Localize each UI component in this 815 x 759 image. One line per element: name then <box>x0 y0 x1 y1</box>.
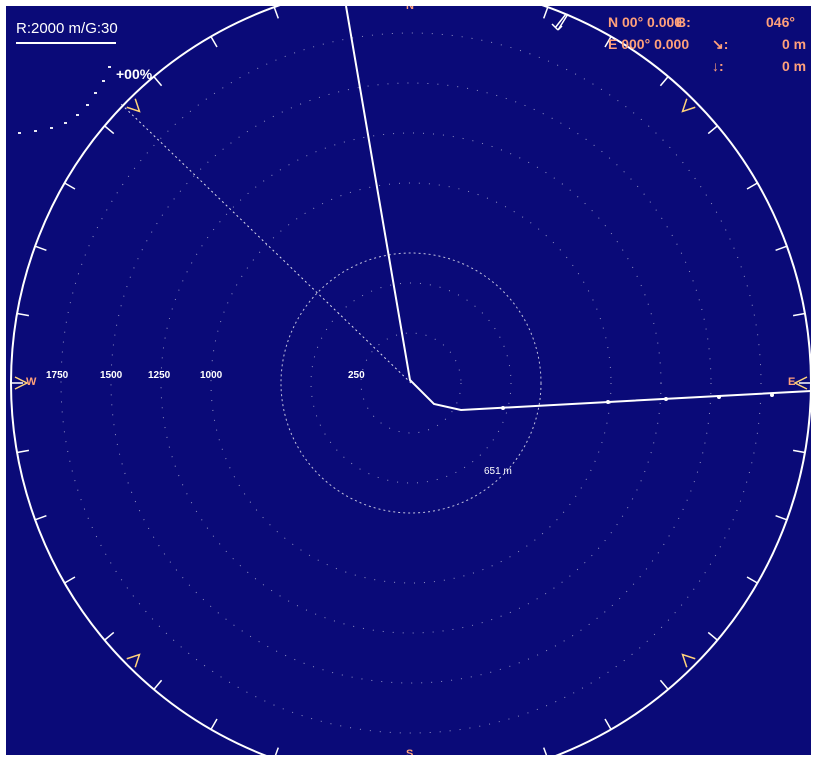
gain-tick <box>50 127 53 129</box>
bezel-tick <box>746 576 758 584</box>
scale-label: 1000 <box>200 370 223 381</box>
latitude-readout: N 00° 0.000 <box>608 14 683 30</box>
down-arrow-icon: ↓: <box>712 58 724 74</box>
scale-label: 1250 <box>148 370 171 381</box>
scale-label: 1500 <box>100 370 123 381</box>
bezel-tick <box>64 576 76 584</box>
cardinal-north: N <box>406 6 414 12</box>
gain-offset: +00% <box>116 66 153 82</box>
gain-tick <box>102 80 105 82</box>
target-distance-label: 651 m <box>484 466 512 477</box>
cardinal-south: S <box>406 748 414 755</box>
bezel-tick <box>153 679 163 690</box>
range-label: R:2000 m/G:30 <box>16 20 118 37</box>
track-marker <box>717 395 721 399</box>
longitude-readout: E 000° 0.000 <box>608 36 690 52</box>
bezel-tick <box>707 631 718 641</box>
bezel-tick <box>153 76 163 87</box>
bezel-tick <box>64 182 76 190</box>
bezel-tick <box>792 312 806 317</box>
scale-label: 1750 <box>46 370 69 381</box>
bezel-tick <box>104 125 115 135</box>
bearing-label: B: <box>676 14 691 30</box>
gain-tick <box>34 130 37 132</box>
bezel-tick <box>273 6 280 19</box>
bezel-tick <box>210 36 218 48</box>
bezel-tick <box>34 245 47 252</box>
bezel-tick <box>542 747 548 755</box>
bezel-tick <box>274 747 280 755</box>
radar-plot[interactable] <box>6 6 811 755</box>
bezel-tick <box>775 245 788 252</box>
bezel-tick <box>746 182 758 190</box>
gain-tick <box>64 122 67 124</box>
bearing-value: 046° <box>766 14 795 30</box>
cardinal-west: W <box>26 376 37 388</box>
gain-tick <box>94 92 97 94</box>
scale-bar <box>16 42 116 44</box>
bezel-tick <box>210 718 218 730</box>
bezel-tick <box>34 514 47 521</box>
gain-tick <box>18 132 21 134</box>
track-marker <box>606 400 610 404</box>
gain-tick <box>76 114 79 116</box>
bezel-tick <box>659 679 669 690</box>
distance-1-value: 0 m <box>782 36 807 52</box>
bezel-tick <box>16 449 30 454</box>
gain-indicator <box>18 66 111 134</box>
bezel-tick <box>659 76 669 87</box>
bezel-tick <box>542 6 549 19</box>
distance-2-value: 0 m <box>782 58 807 74</box>
track-marker <box>501 406 505 410</box>
vessel-track <box>345 6 811 412</box>
scale-label: 250 <box>348 370 365 381</box>
bezel-tick <box>104 631 115 641</box>
bezel-tick <box>16 312 30 317</box>
bezel-tick <box>604 718 612 730</box>
bezel-tick <box>707 125 718 135</box>
bearing-line <box>120 103 412 384</box>
heading-arrow-icon <box>551 13 569 31</box>
cardinal-east: E <box>788 376 796 388</box>
gain-tick <box>108 66 111 68</box>
track-marker <box>664 397 668 401</box>
bezel-tick <box>792 449 806 454</box>
track-marker <box>770 393 774 397</box>
bezel-tick <box>775 514 788 521</box>
gain-tick <box>86 104 89 106</box>
radar-display[interactable]: R:2000 m/G:30 +00% N 00° 0.000 E 000° 0.… <box>6 6 811 755</box>
diagonal-arrow-icon: ↘: <box>712 36 729 52</box>
